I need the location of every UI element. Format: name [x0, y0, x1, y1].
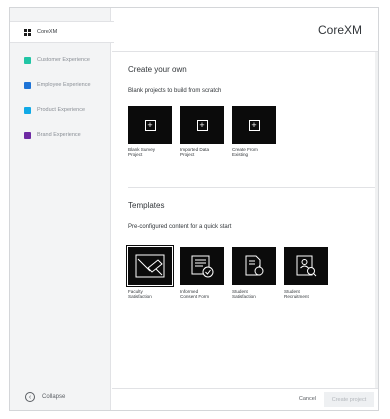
create-from-existing-tile[interactable]: + — [232, 106, 276, 144]
templates-section-subtitle: Pre-configured content for a quick start — [128, 224, 232, 230]
tile-label: Informed Consent Form — [180, 289, 210, 300]
student-satisfaction-tile[interactable] — [232, 247, 276, 285]
chevron-left-icon: ‹ — [25, 392, 35, 402]
faculty-satisfaction-tile[interactable] — [126, 245, 174, 287]
plus-icon: + — [144, 119, 156, 131]
brand-title: CoreXM — [317, 23, 362, 37]
create-project-dialog: CoreXM Customer Experience Employee Expe… — [9, 7, 379, 411]
tile-label: Faculty Satisfaction — [128, 289, 152, 300]
sidebar-item-label: Customer Experience — [37, 57, 90, 63]
sidebar-item-label: CoreXM — [37, 29, 58, 35]
tile-label: Blank Survey Project — [128, 147, 156, 158]
tile-label: Imported Data Project — [180, 147, 210, 158]
plus-icon: + — [196, 119, 208, 131]
sidebar-item-label: Employee Experience — [37, 82, 91, 88]
blank-survey-tile[interactable]: + — [128, 106, 172, 144]
imported-data-tile[interactable]: + — [180, 106, 224, 144]
employee-experience-icon — [24, 81, 31, 89]
brand-experience-icon — [24, 131, 31, 139]
create-section-subtitle: Blank projects to build from scratch — [128, 88, 222, 94]
sidebar-item-label: Product Experience — [37, 107, 85, 113]
edit-document-icon — [135, 254, 165, 278]
customer-experience-icon — [24, 56, 31, 64]
profile-search-icon — [296, 255, 317, 277]
tile-label: Student Recruitment — [284, 289, 309, 300]
document-apple-icon — [245, 255, 264, 276]
create-section-title: Create your own — [128, 65, 187, 74]
main-panel: CoreXM Create your own Blank projects to… — [112, 8, 378, 410]
sidebar-item-corexm[interactable]: CoreXM — [10, 21, 114, 43]
sidebar-item-employee-experience[interactable]: Employee Experience — [10, 74, 111, 96]
create-project-button[interactable]: Create project — [324, 392, 374, 407]
sidebar-item-product-experience[interactable]: Product Experience — [10, 99, 111, 121]
student-recruitment-tile[interactable] — [284, 247, 328, 285]
product-experience-icon — [24, 106, 31, 114]
scrollbar[interactable] — [375, 52, 378, 388]
sidebar-item-customer-experience[interactable]: Customer Experience — [10, 49, 111, 71]
form-check-icon — [191, 255, 214, 278]
tile-label: Student Satisfaction — [232, 289, 256, 300]
collapse-button[interactable]: ‹ Collapse — [25, 392, 65, 402]
corexm-icon — [24, 28, 31, 36]
cancel-button[interactable]: Cancel — [299, 396, 316, 402]
collapse-label: Collapse — [42, 394, 66, 400]
sidebar-item-brand-experience[interactable]: Brand Experience — [10, 124, 111, 146]
footer: Cancel Create project — [112, 388, 378, 410]
templates-section-title: Templates — [128, 201, 165, 210]
plus-icon: + — [248, 119, 260, 131]
sidebar-item-label: Brand Experience — [37, 132, 81, 138]
header: CoreXM — [112, 8, 378, 52]
section-divider — [128, 187, 376, 188]
informed-consent-form-tile[interactable] — [180, 247, 224, 285]
tile-label: Create From Existing — [232, 147, 258, 158]
sidebar: CoreXM Customer Experience Employee Expe… — [10, 8, 114, 410]
